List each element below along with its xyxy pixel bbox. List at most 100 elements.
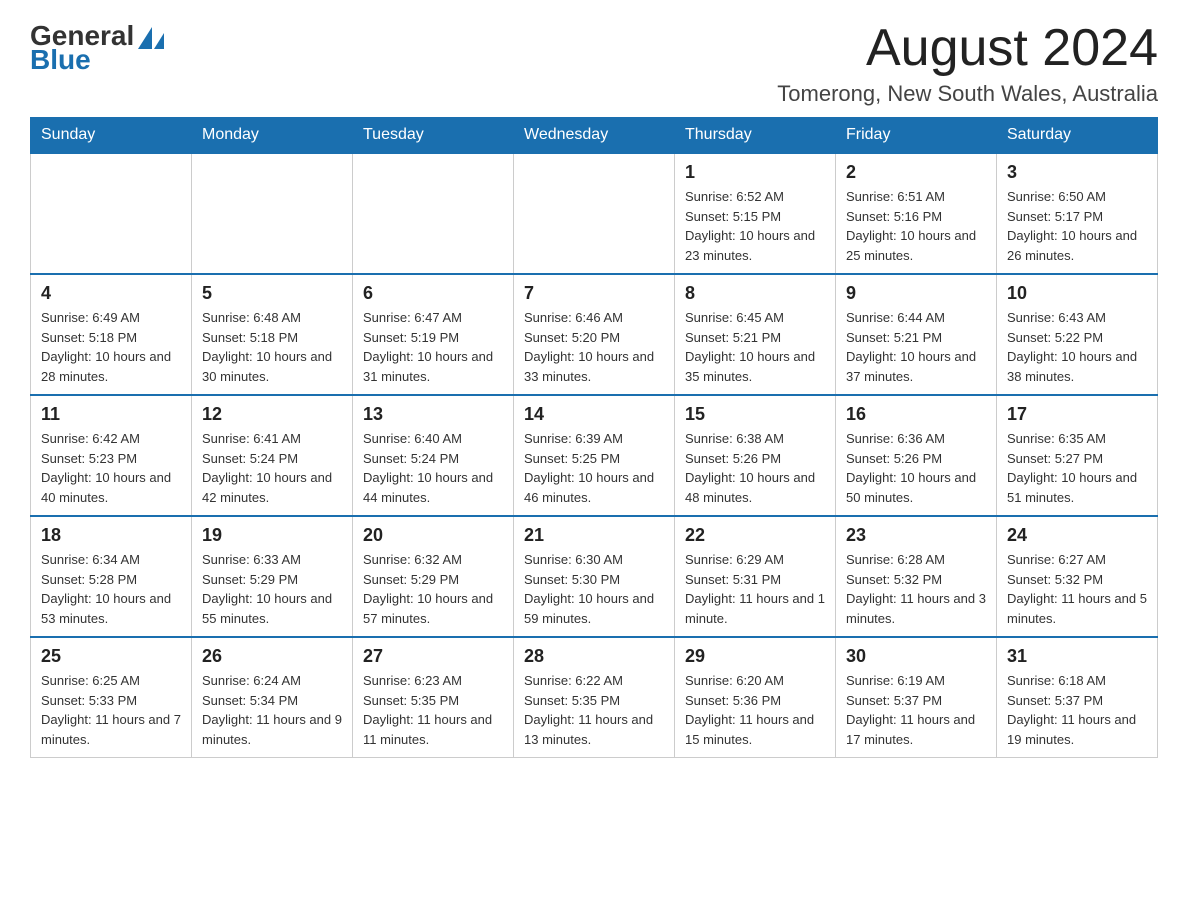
day-info: Sunrise: 6:30 AM Sunset: 5:30 PM Dayligh… xyxy=(524,550,664,628)
day-info: Sunrise: 6:41 AM Sunset: 5:24 PM Dayligh… xyxy=(202,429,342,507)
calendar-cell xyxy=(192,153,353,274)
week-row-1: 1 Sunrise: 6:52 AM Sunset: 5:15 PM Daylig… xyxy=(31,153,1158,274)
weekday-header-sunday: Sunday xyxy=(31,118,192,154)
day-info: Sunrise: 6:49 AM Sunset: 5:18 PM Dayligh… xyxy=(41,308,181,386)
day-number: 16 xyxy=(846,404,986,425)
day-number: 5 xyxy=(202,283,342,304)
day-number: 8 xyxy=(685,283,825,304)
day-number: 31 xyxy=(1007,646,1147,667)
calendar-cell xyxy=(31,153,192,274)
calendar-cell: 24 Sunrise: 6:27 AM Sunset: 5:32 PM Dayli… xyxy=(997,516,1158,637)
calendar-cell: 19Sunrise: 6:33 AM Sunset: 5:29 PM Dayli… xyxy=(192,516,353,637)
calendar-cell: 10Sunrise: 6:43 AM Sunset: 5:22 PM Dayli… xyxy=(997,274,1158,395)
calendar-cell: 14 Sunrise: 6:39 AM Sunset: 5:25 PM Dayli… xyxy=(514,395,675,516)
day-info: Sunrise: 6:32 AM Sunset: 5:29 PM Dayligh… xyxy=(363,550,503,628)
day-info: Sunrise: 6:43 AM Sunset: 5:22 PM Dayligh… xyxy=(1007,308,1147,386)
day-number: 30 xyxy=(846,646,986,667)
day-number: 11 xyxy=(41,404,181,425)
day-info: Sunrise: 6:34 AM Sunset: 5:28 PM Dayligh… xyxy=(41,550,181,628)
calendar-cell: 16 Sunrise: 6:36 AM Sunset: 5:26 PM Dayli… xyxy=(836,395,997,516)
day-info: Sunrise: 6:42 AM Sunset: 5:23 PM Dayligh… xyxy=(41,429,181,507)
logo: General Blue xyxy=(30,20,164,76)
calendar-cell: 22 Sunrise: 6:29 AM Sunset: 5:31 PM Dayli… xyxy=(675,516,836,637)
day-number: 13 xyxy=(363,404,503,425)
day-info: Sunrise: 6:33 AM Sunset: 5:29 PM Dayligh… xyxy=(202,550,342,628)
month-title: August 2024 xyxy=(777,20,1158,77)
day-info: Sunrise: 6:18 AM Sunset: 5:37 PM Dayligh… xyxy=(1007,671,1147,749)
day-number: 12 xyxy=(202,404,342,425)
day-number: 15 xyxy=(685,404,825,425)
day-number: 28 xyxy=(524,646,664,667)
calendar-cell: 5 Sunrise: 6:48 AM Sunset: 5:18 PM Daylig… xyxy=(192,274,353,395)
day-info: Sunrise: 6:28 AM Sunset: 5:32 PM Dayligh… xyxy=(846,550,986,628)
day-number: 22 xyxy=(685,525,825,546)
week-row-2: 4Sunrise: 6:49 AM Sunset: 5:18 PM Daylig… xyxy=(31,274,1158,395)
calendar-cell: 27 Sunrise: 6:23 AM Sunset: 5:35 PM Dayli… xyxy=(353,637,514,758)
day-number: 24 xyxy=(1007,525,1147,546)
day-info: Sunrise: 6:24 AM Sunset: 5:34 PM Dayligh… xyxy=(202,671,342,749)
day-info: Sunrise: 6:40 AM Sunset: 5:24 PM Dayligh… xyxy=(363,429,503,507)
weekday-header-monday: Monday xyxy=(192,118,353,154)
calendar-header-row: SundayMondayTuesdayWednesdayThursdayFrid… xyxy=(31,118,1158,154)
calendar-table: SundayMondayTuesdayWednesdayThursdayFrid… xyxy=(30,117,1158,758)
day-number: 2 xyxy=(846,162,986,183)
weekday-header-tuesday: Tuesday xyxy=(353,118,514,154)
day-number: 14 xyxy=(524,404,664,425)
title-area: August 2024 Tomerong, New South Wales, A… xyxy=(777,20,1158,107)
day-info: Sunrise: 6:36 AM Sunset: 5:26 PM Dayligh… xyxy=(846,429,986,507)
day-info: Sunrise: 6:45 AM Sunset: 5:21 PM Dayligh… xyxy=(685,308,825,386)
calendar-cell: 30 Sunrise: 6:19 AM Sunset: 5:37 PM Dayli… xyxy=(836,637,997,758)
calendar-cell: 21 Sunrise: 6:30 AM Sunset: 5:30 PM Dayli… xyxy=(514,516,675,637)
day-info: Sunrise: 6:23 AM Sunset: 5:35 PM Dayligh… xyxy=(363,671,503,749)
calendar-cell: 17 Sunrise: 6:35 AM Sunset: 5:27 PM Dayli… xyxy=(997,395,1158,516)
day-number: 17 xyxy=(1007,404,1147,425)
calendar-cell: 25 Sunrise: 6:25 AM Sunset: 5:33 PM Dayli… xyxy=(31,637,192,758)
day-number: 18 xyxy=(41,525,181,546)
logo-blue-text: Blue xyxy=(30,44,91,76)
day-number: 29 xyxy=(685,646,825,667)
day-info: Sunrise: 6:25 AM Sunset: 5:33 PM Dayligh… xyxy=(41,671,181,749)
day-info: Sunrise: 6:39 AM Sunset: 5:25 PM Dayligh… xyxy=(524,429,664,507)
day-info: Sunrise: 6:20 AM Sunset: 5:36 PM Dayligh… xyxy=(685,671,825,749)
calendar-cell: 4Sunrise: 6:49 AM Sunset: 5:18 PM Daylig… xyxy=(31,274,192,395)
day-info: Sunrise: 6:52 AM Sunset: 5:15 PM Dayligh… xyxy=(685,187,825,265)
day-number: 1 xyxy=(685,162,825,183)
calendar-cell: 26 Sunrise: 6:24 AM Sunset: 5:34 PM Dayli… xyxy=(192,637,353,758)
calendar-cell xyxy=(514,153,675,274)
day-number: 9 xyxy=(846,283,986,304)
day-number: 20 xyxy=(363,525,503,546)
day-info: Sunrise: 6:48 AM Sunset: 5:18 PM Dayligh… xyxy=(202,308,342,386)
day-info: Sunrise: 6:50 AM Sunset: 5:17 PM Dayligh… xyxy=(1007,187,1147,265)
calendar-cell: 28Sunrise: 6:22 AM Sunset: 5:35 PM Dayli… xyxy=(514,637,675,758)
calendar-cell: 7Sunrise: 6:46 AM Sunset: 5:20 PM Daylig… xyxy=(514,274,675,395)
day-number: 27 xyxy=(363,646,503,667)
day-info: Sunrise: 6:35 AM Sunset: 5:27 PM Dayligh… xyxy=(1007,429,1147,507)
day-number: 3 xyxy=(1007,162,1147,183)
calendar-cell: 29 Sunrise: 6:20 AM Sunset: 5:36 PM Dayli… xyxy=(675,637,836,758)
day-info: Sunrise: 6:29 AM Sunset: 5:31 PM Dayligh… xyxy=(685,550,825,628)
day-info: Sunrise: 6:27 AM Sunset: 5:32 PM Dayligh… xyxy=(1007,550,1147,628)
weekday-header-saturday: Saturday xyxy=(997,118,1158,154)
week-row-3: 11 Sunrise: 6:42 AM Sunset: 5:23 PM Dayli… xyxy=(31,395,1158,516)
day-number: 21 xyxy=(524,525,664,546)
logo-triangle-icon xyxy=(138,27,152,49)
day-info: Sunrise: 6:44 AM Sunset: 5:21 PM Dayligh… xyxy=(846,308,986,386)
day-number: 7 xyxy=(524,283,664,304)
calendar-cell: 11 Sunrise: 6:42 AM Sunset: 5:23 PM Dayli… xyxy=(31,395,192,516)
day-number: 26 xyxy=(202,646,342,667)
weekday-header-thursday: Thursday xyxy=(675,118,836,154)
calendar-cell: 8 Sunrise: 6:45 AM Sunset: 5:21 PM Daylig… xyxy=(675,274,836,395)
day-number: 25 xyxy=(41,646,181,667)
day-info: Sunrise: 6:51 AM Sunset: 5:16 PM Dayligh… xyxy=(846,187,986,265)
day-number: 6 xyxy=(363,283,503,304)
location-title: Tomerong, New South Wales, Australia xyxy=(777,81,1158,107)
calendar-cell: 6 Sunrise: 6:47 AM Sunset: 5:19 PM Daylig… xyxy=(353,274,514,395)
calendar-cell: 15Sunrise: 6:38 AM Sunset: 5:26 PM Dayli… xyxy=(675,395,836,516)
calendar-cell: 12 Sunrise: 6:41 AM Sunset: 5:24 PM Dayli… xyxy=(192,395,353,516)
day-info: Sunrise: 6:47 AM Sunset: 5:19 PM Dayligh… xyxy=(363,308,503,386)
calendar-cell: 9 Sunrise: 6:44 AM Sunset: 5:21 PM Daylig… xyxy=(836,274,997,395)
day-number: 23 xyxy=(846,525,986,546)
calendar-cell: 3 Sunrise: 6:50 AM Sunset: 5:17 PM Daylig… xyxy=(997,153,1158,274)
week-row-4: 18 Sunrise: 6:34 AM Sunset: 5:28 PM Dayli… xyxy=(31,516,1158,637)
day-info: Sunrise: 6:19 AM Sunset: 5:37 PM Dayligh… xyxy=(846,671,986,749)
